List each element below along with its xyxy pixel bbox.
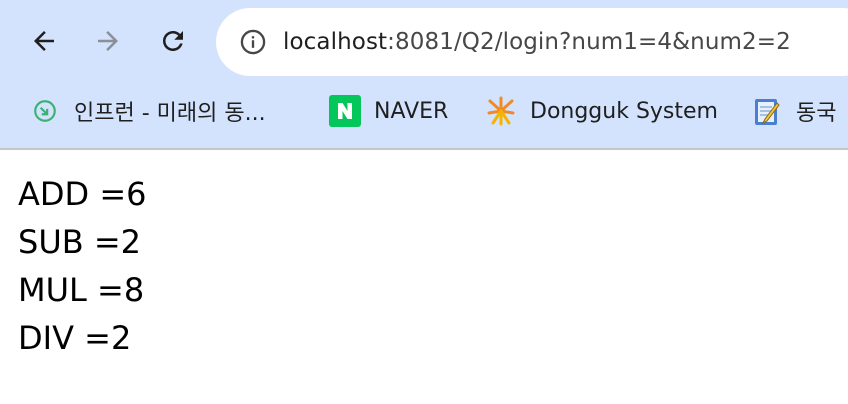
sub-result: SUB =2 [18, 223, 142, 261]
bookmark-inflearn[interactable]: 인프런 - 미래의 동... [28, 94, 266, 128]
page-content: ADD =6 SUB =2 MUL =8 DIV =2 [18, 170, 147, 362]
url-host: localhost [283, 29, 388, 55]
notepad-icon [750, 94, 784, 128]
browser-chrome: localhost:8081/Q2/login?num1=4&num2=2 인프… [0, 0, 848, 150]
chrome-divider [0, 148, 848, 150]
add-result: ADD =6 [18, 175, 147, 213]
bookmark-dongguk-notes[interactable]: 동국 [750, 94, 836, 128]
back-button[interactable] [22, 19, 66, 63]
div-result: DIV =2 [18, 319, 132, 357]
reload-button[interactable] [151, 19, 195, 63]
url-text[interactable]: localhost:8081/Q2/login?num1=4&num2=2 [283, 29, 791, 55]
mul-result: MUL =8 [18, 271, 145, 309]
bookmark-label: Dongguk System [530, 98, 718, 124]
reload-icon [163, 31, 183, 51]
bookmark-naver[interactable]: NAVER [328, 94, 448, 128]
naver-icon [328, 94, 362, 128]
bookmark-label: 동국 [796, 101, 837, 126]
bookmark-dongguk[interactable]: Dongguk System [484, 94, 718, 128]
site-info-icon[interactable] [236, 25, 270, 59]
bookmark-label: NAVER [374, 98, 449, 124]
arrow-left-icon [34, 31, 54, 51]
url-path: :8081/Q2/login?num1=4&num2=2 [387, 29, 791, 55]
forward-button[interactable] [86, 19, 130, 63]
arrow-right-icon [98, 31, 118, 51]
dongguk-icon [484, 94, 518, 128]
address-bar[interactable]: localhost:8081/Q2/login?num1=4&num2=2 [216, 8, 848, 76]
inflearn-icon [28, 94, 62, 128]
browser-toolbar: localhost:8081/Q2/login?num1=4&num2=2 [0, 0, 848, 86]
bookmark-label: 인프런 - 미래의 동... [74, 101, 266, 126]
bookmarks-bar: 인프런 - 미래의 동... NAVER Dongguk System 동국 [0, 86, 848, 136]
